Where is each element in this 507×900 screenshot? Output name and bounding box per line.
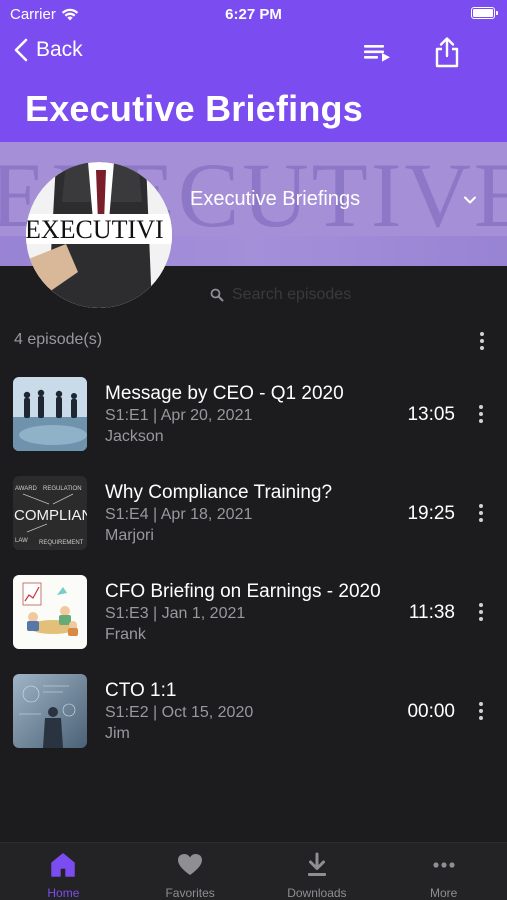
download-icon [307,852,326,876]
tab-favorites[interactable]: Favorites [127,843,254,900]
ellipsis-icon [433,862,455,868]
more-vertical-icon [471,502,491,524]
episode-row[interactable]: COMPLIAN AWARD REGULATION LAW REQUIREMEN… [0,476,507,566]
episode-options-button[interactable] [471,403,491,425]
queue-button[interactable] [362,40,392,66]
artwork-text: EXECUTIVI [26,215,164,244]
episode-author: Frank [105,626,146,643]
episode-meta: S1:E1 | Apr 20, 2021 [105,407,253,424]
episode-author: Jim [105,725,130,742]
meeting-silhouettes-image [13,377,87,451]
compliance-chalkboard-image: COMPLIAN AWARD REGULATION LAW REQUIREMEN… [13,476,87,550]
episode-title: Message by CEO - Q1 2020 [105,383,344,404]
tab-more[interactable]: More [380,843,507,900]
episode-options-button[interactable] [471,502,491,524]
thumbnail-word: LAW [15,538,28,544]
episode-duration: 13:05 [407,404,455,425]
episode-duration: 19:25 [407,503,455,524]
episode-meta: S1:E3 | Jan 1, 2021 [105,605,246,622]
episode-title: Why Compliance Training? [105,482,333,503]
episode-meta: S1:E2 | Oct 15, 2020 [105,704,254,721]
search-input[interactable] [232,286,392,304]
episode-author: Marjori [105,527,154,544]
status-bar: Carrier 6:27 PM [0,0,507,28]
episode-thumbnail [13,575,87,649]
chevron-down-icon [464,196,476,204]
header: Carrier 6:27 PM Back Executive Briefings [0,0,507,142]
episode-thumbnail: COMPLIAN AWARD REGULATION LAW REQUIREMEN… [13,476,87,550]
battery-icon [471,7,498,19]
tech-businessman-image [13,674,87,748]
status-time: 6:27 PM [225,6,282,23]
podcast-artwork: EXECUTIVI [26,162,172,308]
episode-duration: 00:00 [407,701,455,722]
more-vertical-icon [471,700,491,722]
episode-row[interactable]: Message by CEO - Q1 2020 S1:E1 | Apr 20,… [0,377,507,467]
more-vertical-icon [471,601,491,623]
episode-title: CTO 1:1 [105,680,177,701]
share-button[interactable] [432,36,462,68]
episode-meta: S1:E4 | Apr 18, 2021 [105,506,253,523]
back-button[interactable]: Back [14,38,83,62]
thumbnail-text: COMPLIAN [14,507,87,524]
episode-row[interactable]: CTO 1:1 S1:E2 | Oct 15, 2020 Jim 00:00 [0,674,507,764]
episode-row[interactable]: CFO Briefing on Earnings - 2020 S1:E3 | … [0,575,507,665]
search-bar[interactable] [210,283,410,307]
search-icon [210,288,224,302]
podcast-selector-label: Executive Briefings [190,188,361,210]
more-vertical-icon [471,403,491,425]
episode-title: CFO Briefing on Earnings - 2020 [105,581,381,602]
share-icon [435,37,459,68]
episode-thumbnail [13,674,87,748]
heart-icon [178,854,203,875]
tab-downloads[interactable]: Downloads [254,843,381,900]
page-title: Executive Briefings [25,88,363,129]
episode-options-button[interactable] [471,700,491,722]
thumbnail-word: REQUIREMENT [39,540,84,546]
tab-label: Home [47,886,80,900]
tab-home[interactable]: Home [0,843,127,900]
navbar: Back [0,36,507,70]
thumbnail-word: AWARD [15,486,38,492]
episode-duration: 11:38 [408,602,455,623]
podcast-selector[interactable]: Executive Briefings [190,186,490,216]
thumbnail-word: REGULATION [43,486,82,492]
home-icon [51,853,76,877]
tab-label: Downloads [287,886,347,900]
more-vertical-icon [472,330,492,352]
chevron-left-icon [14,38,28,62]
tab-label: More [429,886,458,900]
episode-count: 4 episode(s) [14,331,103,348]
list-options-button[interactable] [472,330,492,352]
app-screen: Carrier 6:27 PM Back Executive Briefings… [0,0,507,900]
tab-bar: Home Favorites Downloads More [0,842,507,900]
tab-label: Favorites [165,886,215,900]
executive-artwork-image: EXECUTIVI [26,162,172,308]
episode-author: Jackson [105,428,164,445]
episode-options-button[interactable] [471,601,491,623]
queue-icon [364,45,390,62]
back-label: Back [36,38,83,61]
cartoon-meeting-image [13,575,87,649]
episode-thumbnail [13,377,87,451]
